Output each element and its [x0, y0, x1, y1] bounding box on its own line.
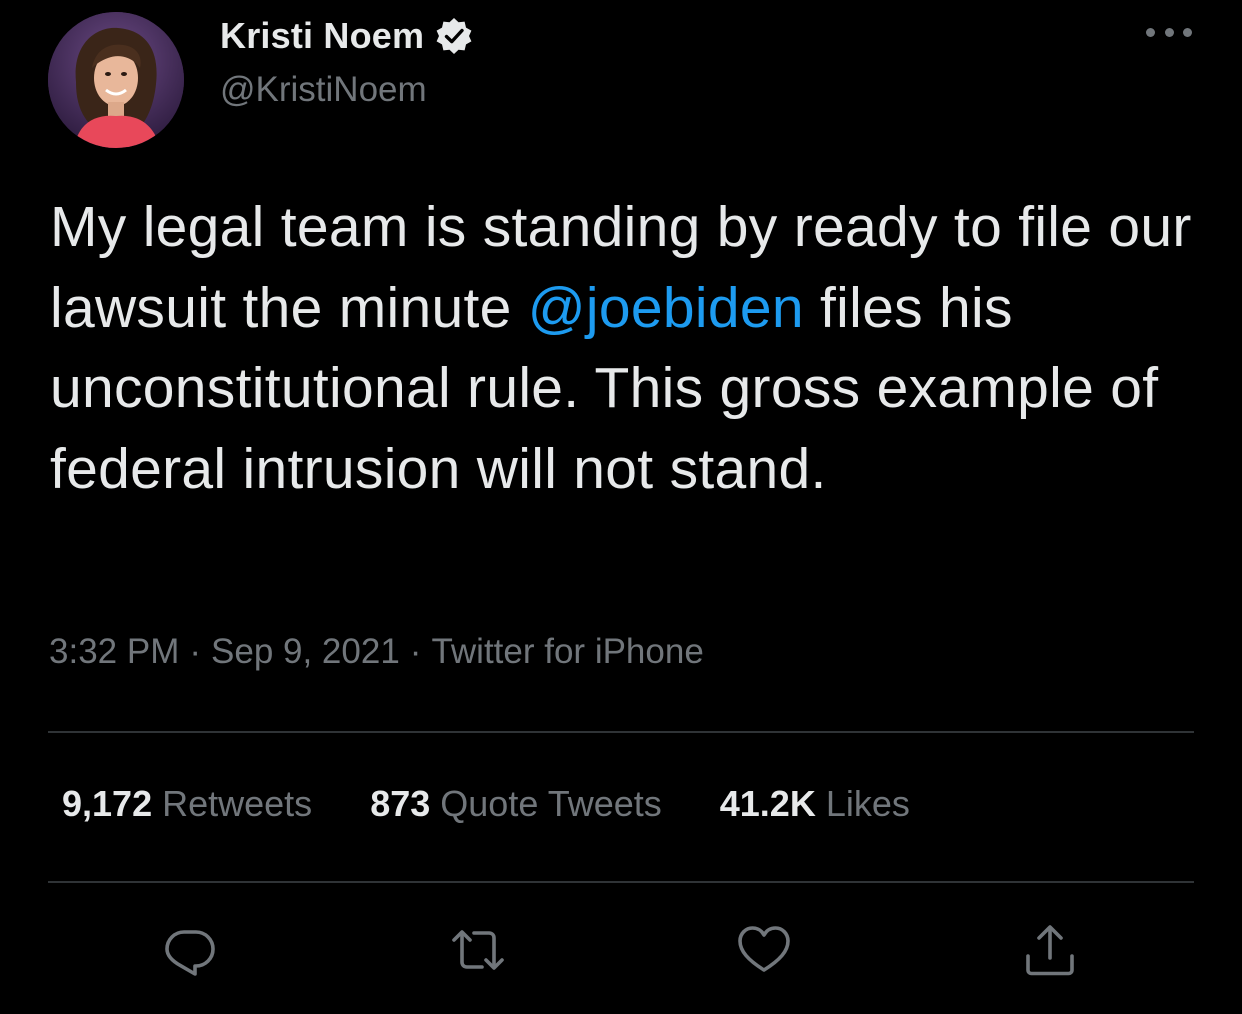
action-bar: [0, 922, 1242, 982]
more-dot: [1146, 27, 1155, 37]
more-dot: [1183, 27, 1192, 37]
tweet-detail: Kristi Noem @KristiNoem My legal team is…: [0, 0, 1242, 1014]
mention-link[interactable]: @joebiden: [528, 276, 804, 340]
verified-badge-icon: [434, 16, 474, 56]
tweet-stats: 9,172 Retweets 873 Quote Tweets 41.2K Li…: [62, 783, 968, 825]
like-button[interactable]: [736, 922, 792, 978]
author-handle[interactable]: @KristiNoem: [220, 70, 427, 110]
tweet-source[interactable]: Twitter for iPhone: [431, 632, 703, 671]
meta-separator: ·: [189, 632, 202, 671]
reply-button[interactable]: [162, 922, 218, 978]
tweet-date[interactable]: Sep 9, 2021: [211, 632, 400, 671]
quotes-count: 873: [370, 783, 431, 824]
likes-stat[interactable]: 41.2K Likes: [720, 783, 910, 825]
reply-icon: [165, 930, 215, 976]
divider: [48, 881, 1194, 883]
tweet-time[interactable]: 3:32 PM: [49, 632, 179, 671]
more-options-icon[interactable]: [1146, 22, 1192, 42]
retweets-stat[interactable]: 9,172 Retweets: [62, 783, 312, 825]
profile-photo-icon: [48, 12, 184, 148]
quotes-label: Quote Tweets: [440, 783, 662, 824]
avatar[interactable]: [48, 12, 184, 148]
heart-icon: [738, 926, 790, 972]
retweets-count: 9,172: [62, 783, 153, 824]
retweet-icon: [452, 930, 504, 970]
likes-label: Likes: [825, 783, 910, 824]
retweet-button[interactable]: [450, 922, 506, 978]
share-icon: [1026, 925, 1074, 976]
tweet-text: My legal team is standing by ready to fi…: [50, 187, 1210, 509]
retweets-label: Retweets: [162, 783, 313, 824]
likes-count: 41.2K: [719, 783, 816, 824]
author-name[interactable]: Kristi Noem: [220, 15, 424, 57]
meta-separator: ·: [409, 632, 422, 671]
quotes-stat[interactable]: 873 Quote Tweets: [370, 783, 662, 825]
tweet-meta: 3:32 PM · Sep 9, 2021 · Twitter for iPhone: [49, 632, 704, 672]
more-dot: [1164, 27, 1174, 37]
divider: [48, 731, 1194, 733]
share-button[interactable]: [1022, 922, 1078, 978]
author-row: Kristi Noem: [220, 14, 474, 58]
